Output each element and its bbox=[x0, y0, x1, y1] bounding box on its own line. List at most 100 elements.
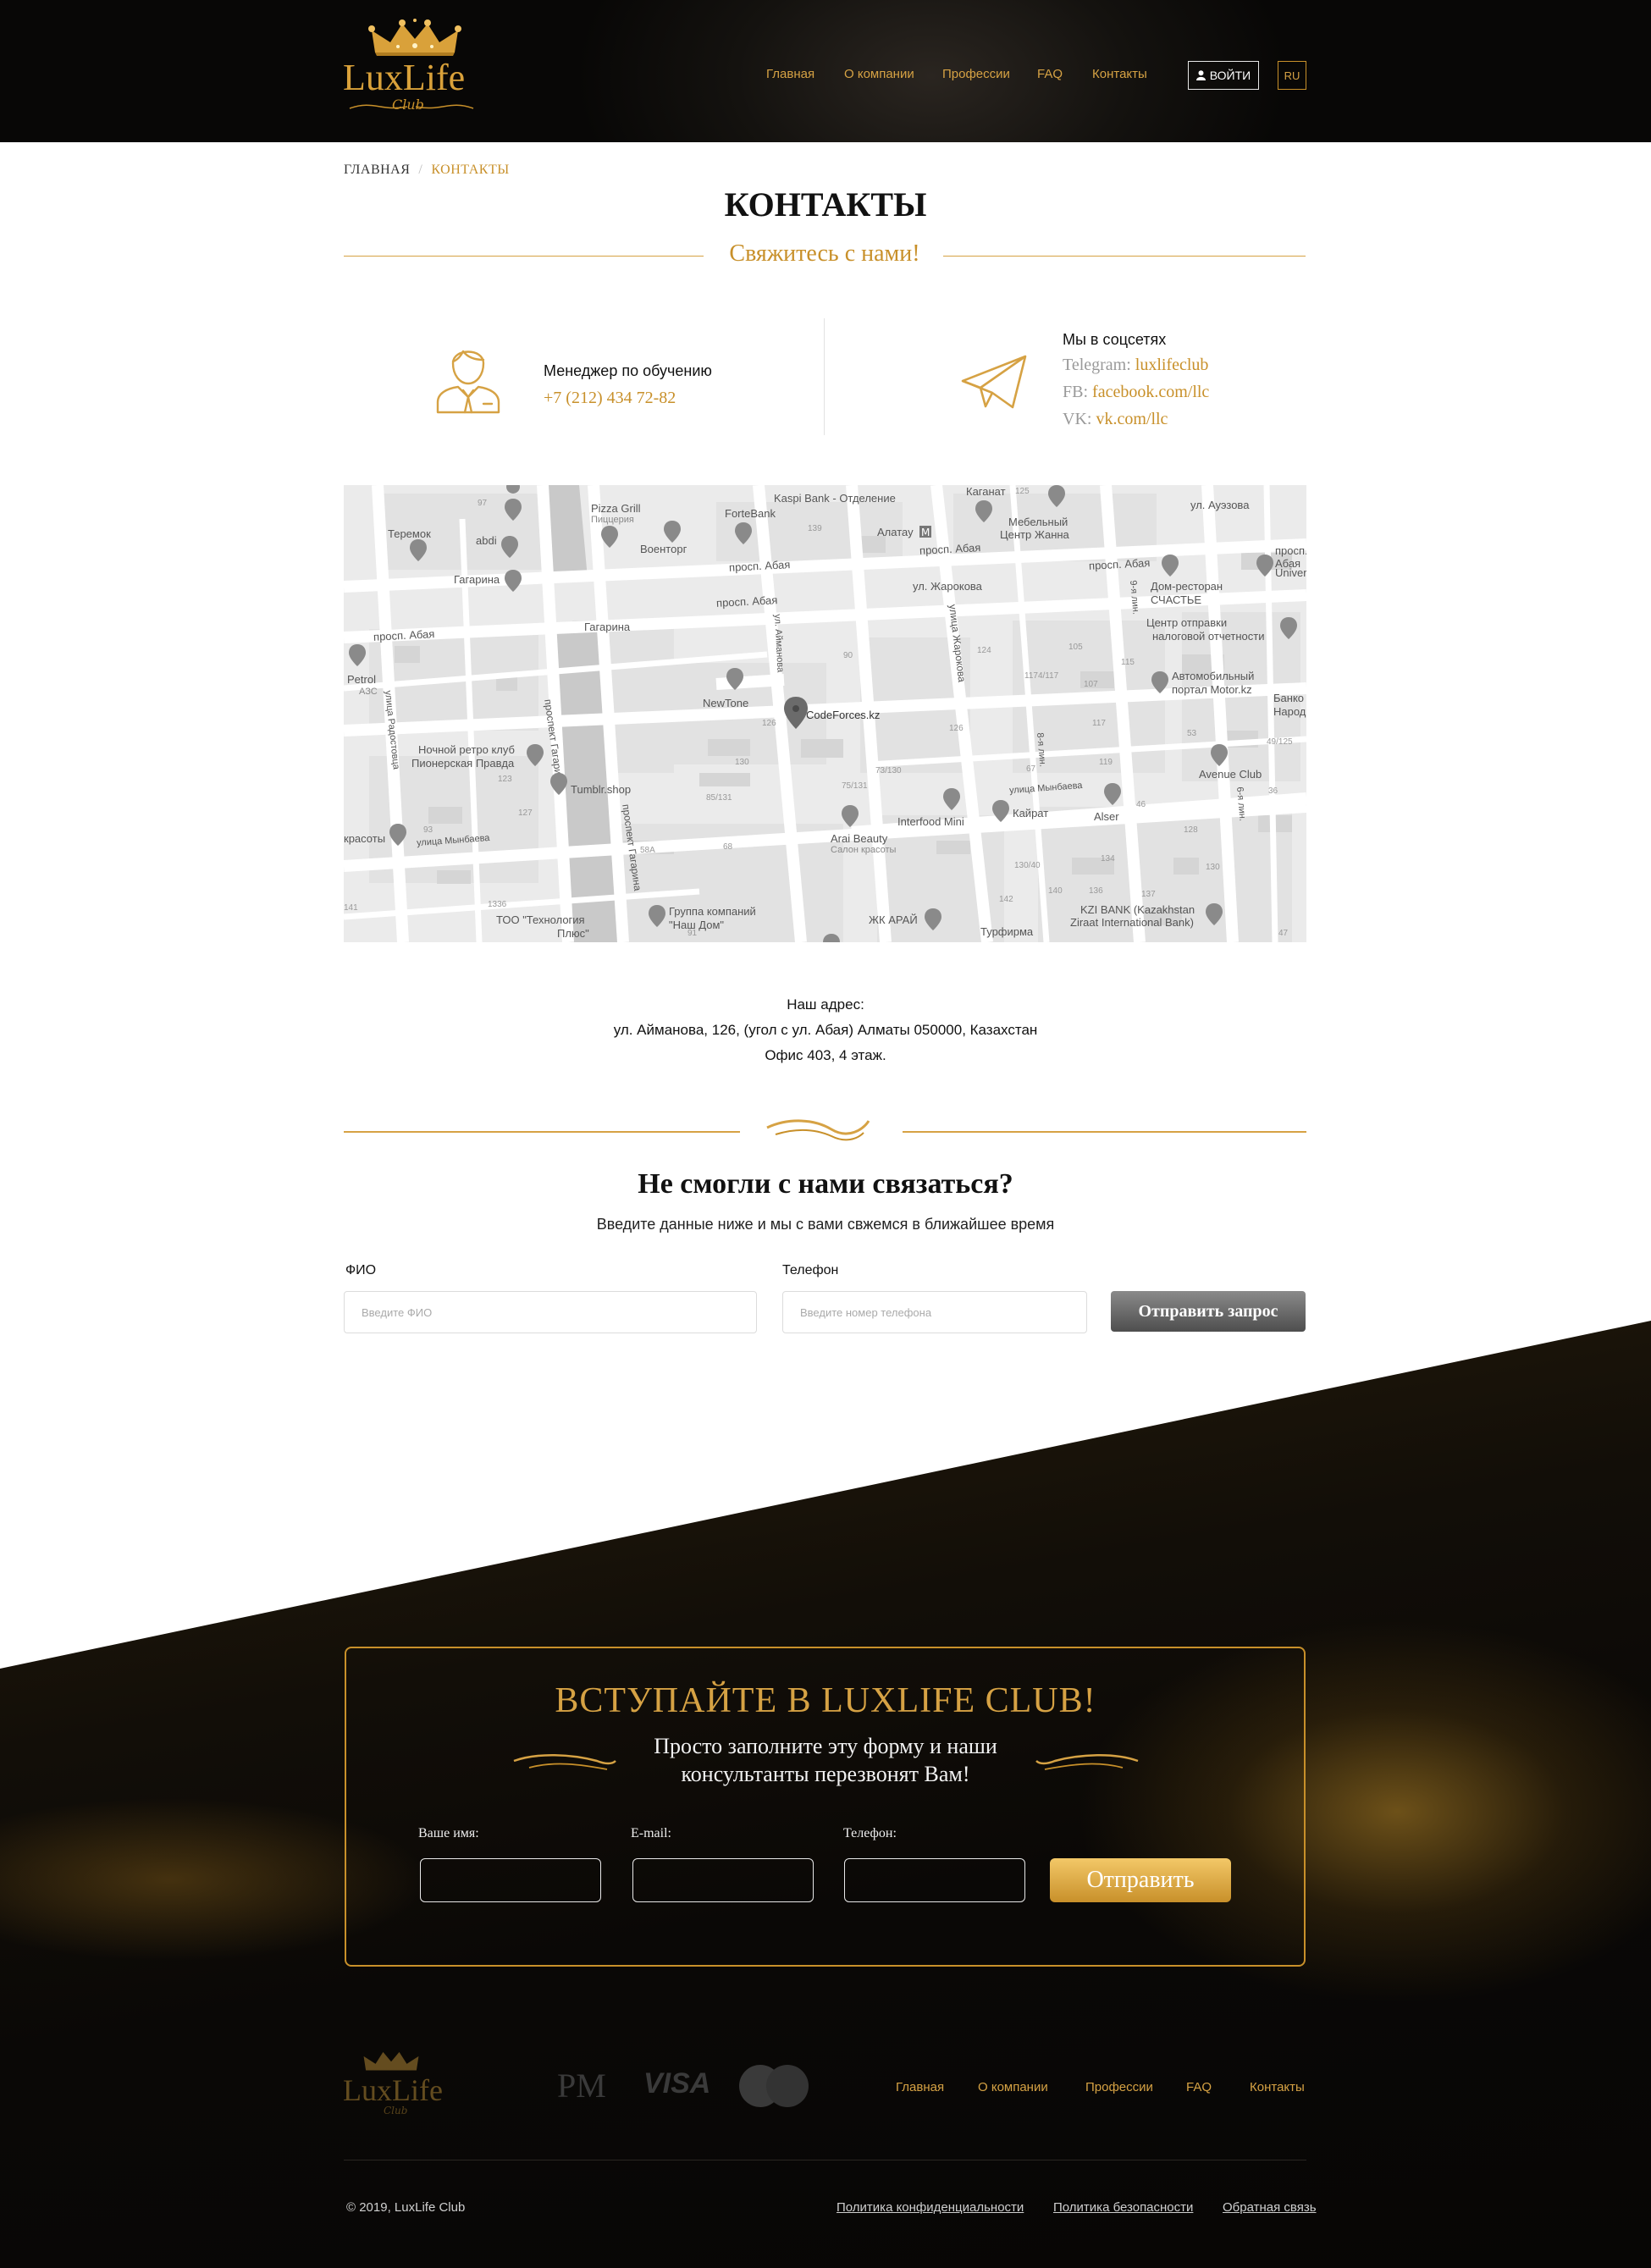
map-pin-icon bbox=[1048, 485, 1065, 507]
nav-faq[interactable]: FAQ bbox=[1037, 67, 1063, 81]
footer-logo[interactable]: LuxLife Club bbox=[343, 2049, 444, 2116]
main-location-pin-icon bbox=[784, 697, 808, 729]
social-facebook: FB: facebook.com/llc bbox=[1063, 383, 1209, 402]
map-pins: M bbox=[349, 485, 1297, 942]
join-subtitle-line2: консультанты перезвонят Вам! bbox=[681, 1762, 970, 1786]
fio-label: ФИО bbox=[345, 1263, 377, 1277]
contacts-divider bbox=[824, 318, 825, 435]
map-pin-icon bbox=[1162, 555, 1179, 577]
feedback-link[interactable]: Обратная связь bbox=[1223, 2200, 1317, 2215]
logo-swirl-icon bbox=[349, 104, 474, 109]
breadcrumb: ГЛАВНАЯ / КОНТАКТЫ bbox=[344, 163, 510, 178]
section-divider bbox=[344, 1116, 1306, 1150]
address-line1: ул. Айманова, 126, (угол с ул. Абая) Алм… bbox=[613, 1022, 1038, 1038]
site-logo[interactable]: LuxLife Club bbox=[343, 19, 478, 120]
map-pin-icon bbox=[1151, 671, 1168, 693]
map-pin-icon bbox=[550, 773, 567, 795]
social-telegram: Telegram: luxlifeclub bbox=[1063, 356, 1208, 375]
nav-professions[interactable]: Профессии bbox=[942, 67, 1010, 81]
phone-input[interactable]: Введите номер телефона bbox=[782, 1291, 1087, 1333]
footer-nav-contacts[interactable]: Контакты bbox=[1250, 2080, 1305, 2094]
telegram-link[interactable]: luxlifeclub bbox=[1135, 356, 1209, 374]
footer-crown-icon bbox=[363, 2051, 419, 2071]
map-pin-icon bbox=[842, 805, 859, 827]
swirl-left-icon bbox=[513, 1753, 616, 1770]
join-submit-button[interactable]: Отправить bbox=[1050, 1858, 1231, 1902]
map-pin-icon bbox=[992, 800, 1009, 822]
map-pin-icon bbox=[505, 499, 522, 521]
map-pin-icon bbox=[349, 644, 366, 666]
facebook-link[interactable]: facebook.com/llc bbox=[1092, 383, 1209, 401]
manager-title: Менеджер по обучению bbox=[544, 362, 712, 379]
vk-label: VK: bbox=[1063, 410, 1092, 428]
manager-icon bbox=[436, 350, 500, 414]
callback-title: Не смогли с нами связаться? bbox=[638, 1168, 1013, 1200]
security-policy-link[interactable]: Политика безопасности bbox=[1053, 2200, 1193, 2215]
map-pin-icon bbox=[1280, 617, 1297, 639]
send-request-button[interactable]: Отправить запрос bbox=[1111, 1291, 1306, 1332]
footer-nav-faq[interactable]: FAQ bbox=[1186, 2080, 1212, 2094]
map-pin-icon bbox=[943, 788, 960, 810]
map-pin-icon bbox=[1104, 783, 1121, 805]
map-pin-icon bbox=[1256, 555, 1273, 577]
nav-about[interactable]: О компании bbox=[844, 67, 914, 81]
breadcrumb-home[interactable]: ГЛАВНАЯ bbox=[344, 163, 410, 177]
join-name-label: Ваше имя: bbox=[418, 1826, 479, 1840]
location-map[interactable]: Pizza Grill Пиццерия ForteBank Kaspi Ban… bbox=[344, 485, 1306, 942]
map-pin-icon bbox=[527, 744, 544, 766]
divider-line-left bbox=[344, 1131, 740, 1133]
callback-subtitle: Введите данные ниже и мы с вами свжемся … bbox=[596, 1216, 1055, 1233]
footer-logo-subtext: Club bbox=[384, 2105, 408, 2116]
swirl-right-icon bbox=[1035, 1753, 1139, 1770]
divider-line-right bbox=[903, 1131, 1306, 1133]
join-name-input[interactable] bbox=[420, 1858, 601, 1902]
mastercard-logo-icon bbox=[739, 2065, 809, 2107]
nav-home[interactable]: Главная bbox=[766, 67, 814, 81]
map-pin-icon bbox=[501, 536, 518, 558]
map-pin-icon bbox=[1211, 744, 1228, 766]
copyright: © 2019, LuxLife Club bbox=[346, 2200, 466, 2215]
logo-text: LuxLife bbox=[343, 57, 466, 98]
social-vk: VK: vk.com/llc bbox=[1063, 410, 1168, 429]
login-button[interactable]: ВОЙТИ bbox=[1188, 61, 1259, 90]
nav-contacts[interactable]: Контакты bbox=[1092, 67, 1147, 81]
social-title: Мы в соцсетях bbox=[1063, 331, 1167, 348]
language-switch[interactable]: RU bbox=[1278, 61, 1306, 90]
page-title: КОНТАКТЫ bbox=[724, 185, 927, 223]
fio-input[interactable]: Введите ФИО bbox=[344, 1291, 757, 1333]
map-pin-icon bbox=[389, 824, 406, 846]
map-pin-icon bbox=[975, 500, 992, 522]
join-phone-input[interactable] bbox=[844, 1858, 1025, 1902]
footer-nav-professions[interactable]: Профессии bbox=[1085, 2080, 1153, 2094]
visa-logo: VISA bbox=[643, 2067, 711, 2100]
site-header: LuxLife Club Главная О компании Професси… bbox=[0, 0, 1651, 142]
join-title: ВСТУПАЙТЕ В LUXLIFE CLUB! bbox=[555, 1681, 1096, 1720]
telegram-label: Telegram: bbox=[1063, 356, 1131, 374]
join-email-label: E-mail: bbox=[631, 1826, 671, 1840]
footer-logo-text: LuxLife bbox=[343, 2073, 443, 2107]
fb-label: FB: bbox=[1063, 383, 1089, 401]
map-pin-icon bbox=[505, 570, 522, 592]
crown-icon bbox=[368, 19, 461, 56]
breadcrumb-current: КОНТАКТЫ bbox=[431, 163, 510, 177]
footer-nav-home[interactable]: Главная bbox=[896, 2080, 944, 2094]
footer-nav-about[interactable]: О компании bbox=[978, 2080, 1048, 2094]
privacy-policy-link[interactable]: Политика конфиденциальности bbox=[837, 2200, 1024, 2215]
telegram-icon bbox=[961, 355, 1027, 409]
breadcrumb-separator: / bbox=[418, 163, 423, 177]
address-label: Наш адрес: bbox=[787, 996, 864, 1013]
join-subtitle-line1: Просто заполните эту форму и наши bbox=[654, 1734, 997, 1758]
address-line2: Офис 403, 4 этаж. bbox=[765, 1047, 886, 1063]
map-pin-icon bbox=[649, 905, 665, 927]
login-label: ВОЙТИ bbox=[1209, 69, 1251, 82]
map-pin-icon bbox=[735, 522, 752, 544]
phone-label: Телефон bbox=[782, 1263, 839, 1277]
perfect-money-logo: PM bbox=[557, 2067, 606, 2105]
vk-link[interactable]: vk.com/llc bbox=[1096, 410, 1168, 428]
manager-phone[interactable]: +7 (212) 434 72-82 bbox=[544, 389, 676, 408]
map-pin-icon bbox=[823, 934, 840, 942]
swirl-ornament-icon bbox=[766, 1119, 870, 1141]
page-subtitle: Свяжитесь с нами! bbox=[729, 240, 920, 267]
join-email-input[interactable] bbox=[632, 1858, 814, 1902]
map-pin-icon bbox=[726, 668, 743, 690]
